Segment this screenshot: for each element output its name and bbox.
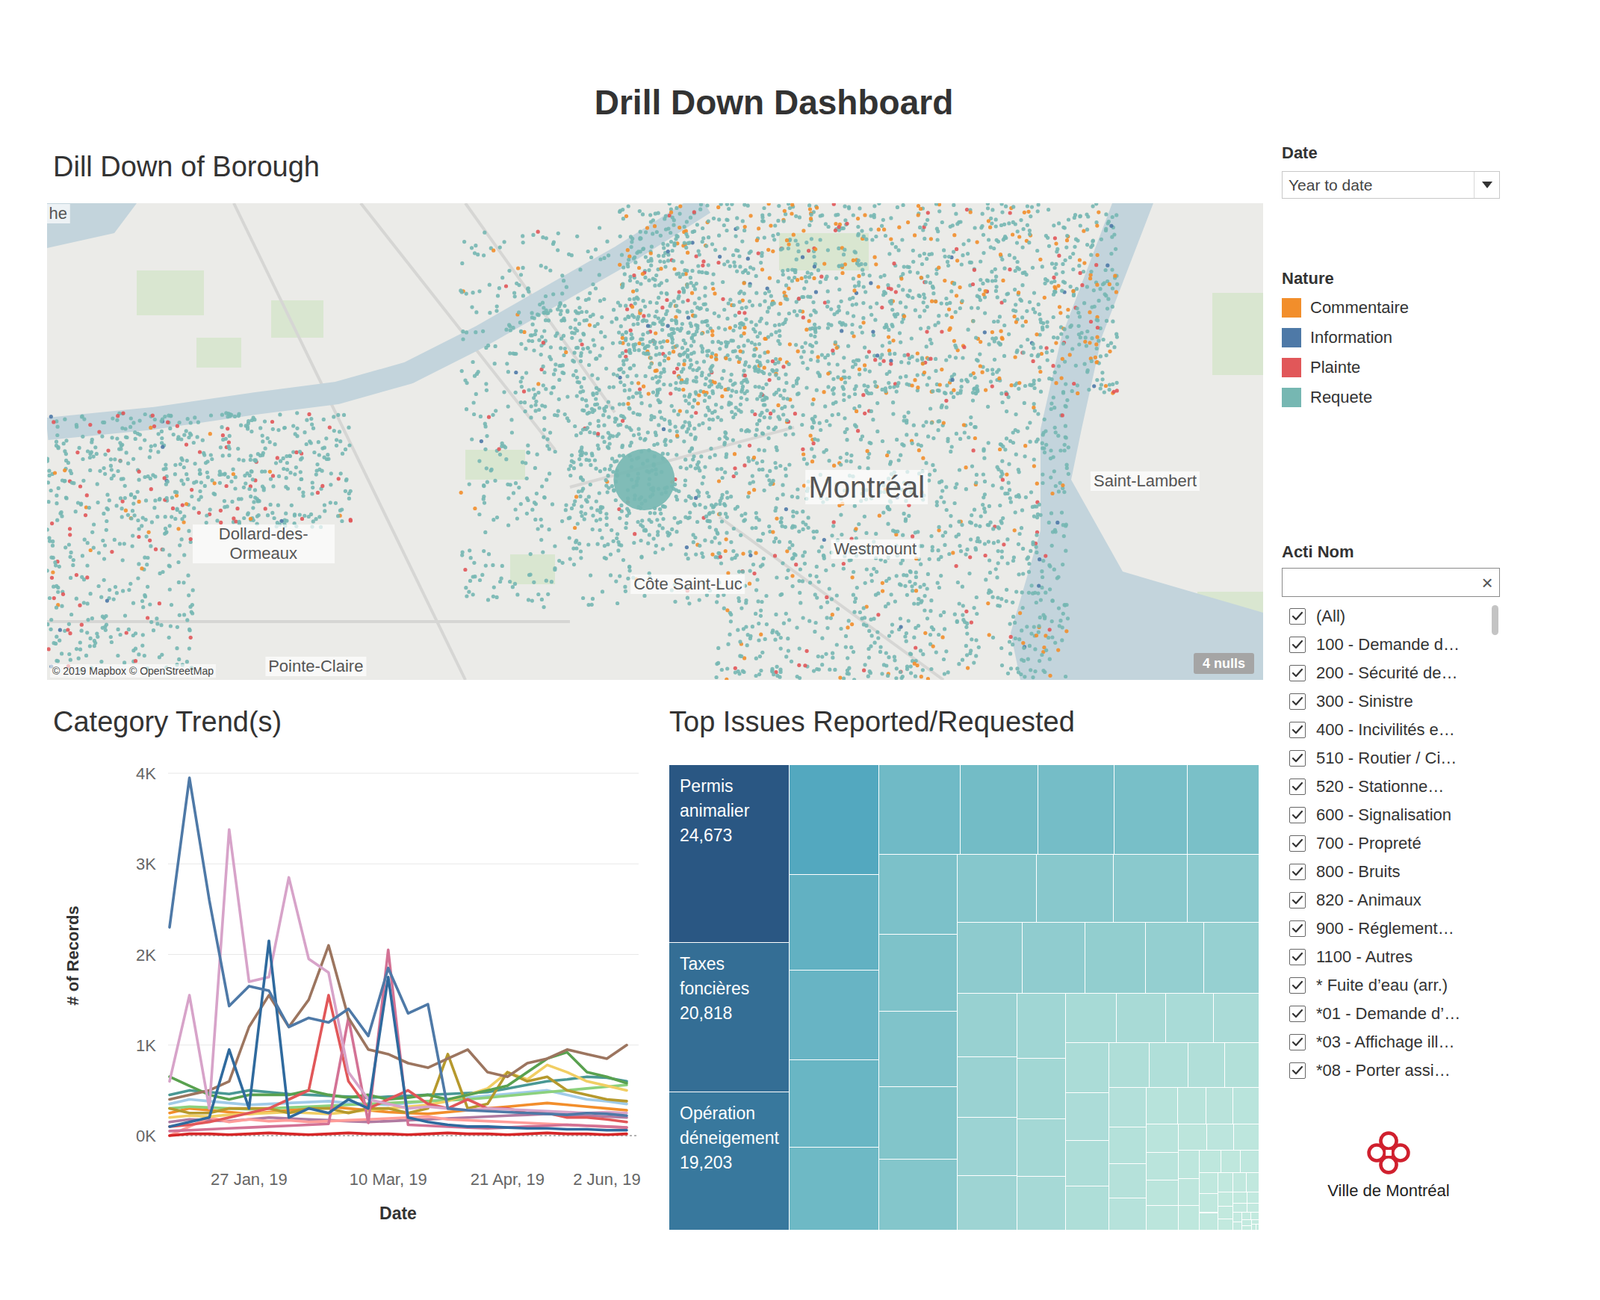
dashboard-title: Drill Down Dashboard (0, 0, 1600, 124)
borough-map[interactable]: heDollard-des-OrmeauxCôte Saint-LucMontr… (47, 203, 1264, 680)
dashboard: Drill Down Dashboard Dill Down of Boroug… (0, 0, 1600, 1300)
map-title: Dill Down of Borough (47, 141, 1264, 184)
